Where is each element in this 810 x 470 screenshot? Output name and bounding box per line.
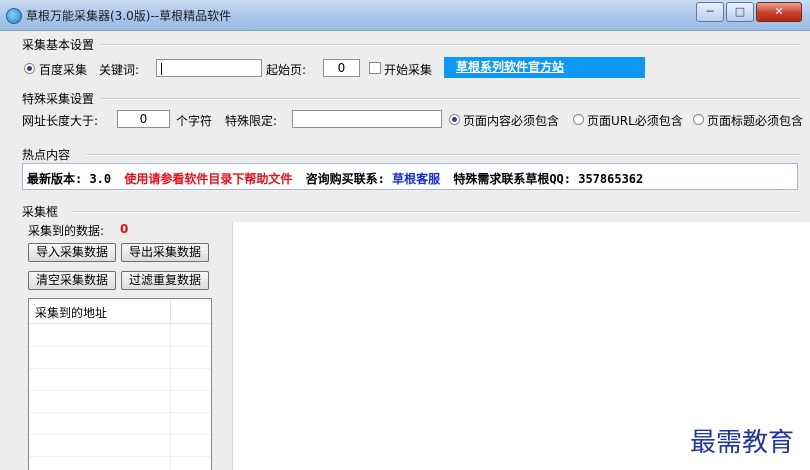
qq-text: 特殊需求联系草根QQ: 357865362 <box>453 172 644 186</box>
list-row <box>29 412 211 435</box>
dedupe-data-button[interactable]: 过滤重复数据 <box>121 271 209 290</box>
clear-data-button[interactable]: 清空采集数据 <box>28 271 116 290</box>
close-button[interactable]: ✕ <box>756 2 802 22</box>
text-cursor <box>161 62 162 75</box>
start-collect-checkbox[interactable] <box>369 62 381 74</box>
content-contains-label: 页面内容必须包含 <box>463 114 560 128</box>
export-data-button[interactable]: 导出采集数据 <box>121 243 209 262</box>
contact-label: 咨询购买联系: <box>305 172 385 186</box>
hot-content-line: 最新版本: 3.0 使用请参看软件目录下帮助文件 咨询购买联系: 草根客服 特殊… <box>27 170 643 187</box>
hot-content-title: 热点内容 <box>22 148 71 162</box>
import-data-button[interactable]: 导入采集数据 <box>28 243 116 262</box>
collected-count-label: 采集到的数据: <box>28 224 105 238</box>
watermark-text: 最需教育 <box>690 428 795 458</box>
hot-content-box: 最新版本: 3.0 使用请参看软件目录下帮助文件 咨询购买联系: 草根客服 特殊… <box>22 163 798 190</box>
title-contains-radio[interactable] <box>693 114 704 125</box>
collected-url-list[interactable]: 采集到的地址 <box>28 298 212 470</box>
latest-version-text: 最新版本: 3.0 <box>27 172 112 186</box>
list-header: 采集到的地址 <box>29 299 211 324</box>
content-contains-radio[interactable] <box>449 114 460 125</box>
special-settings-title: 特殊采集设置 <box>22 92 95 106</box>
start-page-label: 起始页: <box>266 63 307 77</box>
keyword-label: 关键词: <box>99 63 140 77</box>
list-row <box>29 346 211 369</box>
list-row <box>29 456 211 470</box>
url-contains-label: 页面URL必须包含 <box>587 114 683 128</box>
title-bar: 草根万能采集器(3.0版)--草根精品软件 ─ □ ✕ <box>0 0 810 31</box>
baidu-collect-label: 百度采集 <box>39 63 88 77</box>
official-site-link[interactable]: 草根系列软件官方站 <box>444 57 645 78</box>
help-text: 使用请参看软件目录下帮助文件 <box>124 172 293 186</box>
app-icon <box>6 8 22 24</box>
collected-count-value: 0 <box>120 222 129 236</box>
url-contains-radio[interactable] <box>573 114 584 125</box>
collect-frame-title: 采集框 <box>22 205 59 219</box>
list-header-url[interactable]: 采集到的地址 <box>35 304 107 321</box>
special-limit-label: 特殊限定: <box>225 114 278 128</box>
basic-settings-divider <box>100 44 800 46</box>
chars-suffix: 个字符 <box>176 114 213 128</box>
window-title: 草根万能采集器(3.0版)--草根精品软件 <box>26 9 232 23</box>
list-row <box>29 390 211 413</box>
baidu-collect-radio[interactable] <box>24 63 35 74</box>
title-contains-label: 页面标题必须包含 <box>707 114 804 128</box>
start-collect-label: 开始采集 <box>384 63 433 77</box>
column-separator <box>170 299 171 323</box>
list-row <box>29 324 211 347</box>
basic-settings-title: 采集基本设置 <box>22 38 95 52</box>
url-length-label: 网址长度大于: <box>22 114 99 128</box>
url-length-input[interactable]: 0 <box>117 110 170 128</box>
window-controls: ─ □ ✕ <box>694 2 802 22</box>
collect-frame-divider <box>72 211 800 213</box>
special-limit-input[interactable] <box>292 110 442 128</box>
app-window: 草根万能采集器(3.0版)--草根精品软件 ─ □ ✕ 采集基本设置 百度采集 … <box>0 0 810 470</box>
keyword-input[interactable] <box>156 59 262 77</box>
hot-content-divider <box>86 154 800 156</box>
start-page-input[interactable]: 0 <box>323 59 360 77</box>
list-row <box>29 368 211 391</box>
list-row <box>29 434 211 457</box>
contact-name[interactable]: 草根客服 <box>392 172 440 186</box>
maximize-button[interactable]: □ <box>726 2 754 22</box>
minimize-button[interactable]: ─ <box>696 2 724 22</box>
special-settings-divider <box>100 98 800 100</box>
